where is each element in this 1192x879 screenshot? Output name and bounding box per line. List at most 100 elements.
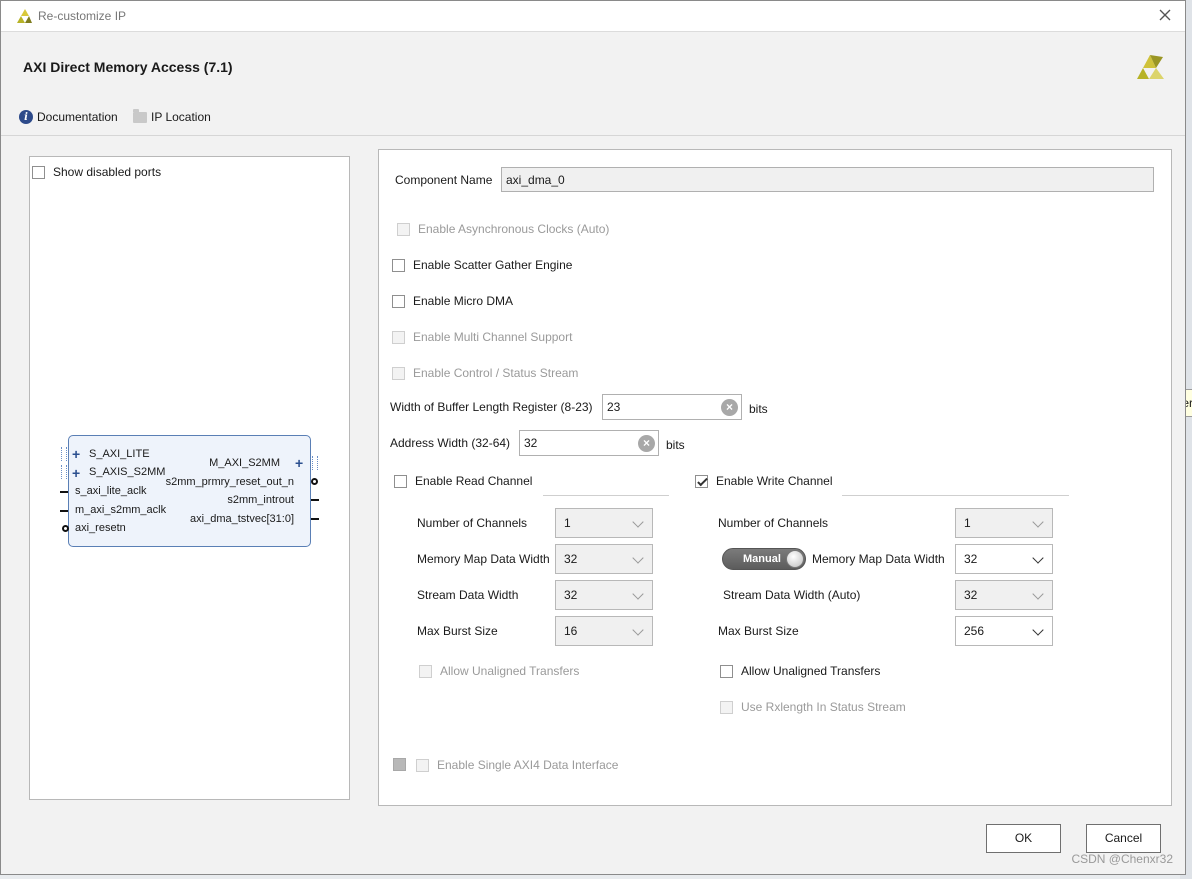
read-burst-label: Max Burst Size — [417, 624, 498, 638]
write-mm-width-select[interactable]: 32 — [955, 544, 1053, 574]
read-unaligned-checkbox[interactable]: Allow Unaligned Transfers — [419, 664, 579, 678]
read-burst-value: 16 — [564, 624, 578, 638]
close-icon[interactable] — [1155, 5, 1175, 25]
read-burst-select[interactable]: 16 — [555, 616, 653, 646]
clear-icon[interactable]: × — [638, 435, 655, 452]
port-pin-inverted — [311, 478, 318, 485]
read-mm-width-value: 32 — [564, 552, 578, 566]
write-mm-width-value: 32 — [964, 552, 978, 566]
group-separator — [842, 495, 1069, 496]
write-mm-width-label: Memory Map Data Width — [812, 552, 945, 566]
address-width-value: 32 — [524, 436, 538, 450]
expand-plus-icon[interactable]: + — [295, 456, 303, 470]
port-label: s2mm_prmry_reset_out_n — [165, 476, 294, 488]
manual-toggle-label: Manual — [743, 553, 781, 565]
ip-title: AXI Direct Memory Access (7.1) — [23, 59, 233, 75]
read-stream-width-value: 32 — [564, 588, 578, 602]
ok-button[interactable]: OK — [986, 824, 1061, 853]
bus-interface-dots — [312, 456, 318, 470]
toggle-knob — [786, 550, 804, 568]
single-axi4-indicator — [393, 758, 406, 771]
checkbox-box[interactable] — [394, 474, 407, 488]
buffer-length-value: 23 — [607, 400, 621, 414]
write-burst-value: 256 — [964, 624, 985, 638]
xilinx-logo-icon — [1137, 55, 1164, 79]
port-label: S_AXIS_S2MM — [89, 466, 166, 478]
write-unaligned-checkbox[interactable]: Allow Unaligned Transfers — [720, 664, 880, 678]
component-name-label: Component Name — [395, 173, 493, 187]
read-num-channels-select[interactable]: 1 — [555, 508, 653, 538]
group-separator — [543, 495, 669, 496]
checkbox-box[interactable] — [397, 222, 410, 236]
enable-write-channel-checkbox[interactable]: Enable Write Channel — [695, 474, 833, 488]
address-width-label: Address Width (32-64) — [390, 436, 511, 450]
enable-read-channel-label: Enable Read Channel — [415, 474, 533, 488]
read-stream-width-select[interactable]: 32 — [555, 580, 653, 610]
documentation-label: Documentation — [37, 110, 118, 124]
expand-plus-icon[interactable]: + — [72, 447, 80, 461]
show-disabled-ports-label: Show disabled ports — [53, 165, 162, 179]
component-name-input[interactable]: axi_dma_0 — [501, 167, 1154, 192]
checkbox-box[interactable] — [392, 366, 405, 380]
checkbox-box[interactable] — [720, 700, 733, 714]
port-label: axi_resetn — [75, 522, 126, 534]
cancel-button[interactable]: Cancel — [1086, 824, 1161, 853]
buffer-length-input[interactable]: 23 × — [602, 394, 742, 420]
checkbox-box[interactable] — [419, 664, 432, 678]
bus-interface-dots — [61, 447, 67, 461]
info-icon: i — [19, 110, 33, 124]
clear-icon[interactable]: × — [721, 399, 738, 416]
read-mm-width-select[interactable]: 32 — [555, 544, 653, 574]
checkbox-box[interactable] — [416, 758, 429, 772]
chevron-down-icon — [632, 516, 644, 528]
control-status-label: Enable Control / Status Stream — [413, 366, 579, 380]
port-label: M_AXI_S2MM — [209, 457, 280, 469]
write-num-channels-select[interactable]: 1 — [955, 508, 1053, 538]
write-stream-width-value: 32 — [964, 588, 978, 602]
multi-channel-checkbox[interactable]: Enable Multi Channel Support — [392, 330, 572, 344]
port-label: axi_dma_tstvec[31:0] — [190, 513, 294, 525]
show-disabled-ports-checkbox[interactable]: Show disabled ports — [32, 165, 161, 179]
control-status-checkbox[interactable]: Enable Control / Status Stream — [392, 366, 578, 380]
enable-write-channel-label: Enable Write Channel — [716, 474, 833, 488]
read-stream-width-label: Stream Data Width — [417, 588, 519, 602]
port-pin-inverted — [62, 525, 69, 532]
checkbox-box[interactable] — [392, 330, 405, 344]
dialog-header: AXI Direct Memory Access (7.1) i Documen… — [1, 33, 1185, 136]
port-pin — [311, 518, 319, 520]
documentation-link[interactable]: i Documentation — [19, 110, 118, 124]
write-stream-width-select[interactable]: 32 — [955, 580, 1053, 610]
expand-plus-icon[interactable]: + — [72, 466, 80, 480]
chevron-down-icon — [632, 552, 644, 564]
enable-read-channel-checkbox[interactable]: Enable Read Channel — [394, 474, 532, 488]
port-pin — [60, 491, 68, 493]
checkbox-box[interactable] — [695, 474, 708, 488]
ip-location-link[interactable]: IP Location — [133, 109, 211, 124]
window-title: Re-customize IP — [38, 9, 127, 23]
write-stream-width-label: Stream Data Width (Auto) — [723, 588, 861, 602]
write-burst-label: Max Burst Size — [718, 624, 799, 638]
write-num-channels-label: Number of Channels — [718, 516, 829, 530]
port-label: s2mm_introut — [227, 494, 294, 506]
watermark: CSDN @Chenxr32 — [1071, 852, 1173, 866]
checkbox-box[interactable] — [392, 294, 405, 308]
write-burst-select[interactable]: 256 — [955, 616, 1053, 646]
read-num-channels-label: Number of Channels — [417, 516, 528, 530]
scatter-gather-checkbox[interactable]: Enable Scatter Gather Engine — [392, 258, 572, 272]
checkbox-box[interactable] — [720, 664, 733, 678]
micro-dma-checkbox[interactable]: Enable Micro DMA — [392, 294, 513, 308]
address-width-input[interactable]: 32 × — [519, 430, 659, 456]
chevron-down-icon — [1032, 516, 1044, 528]
use-rxlength-checkbox[interactable]: Use Rxlength In Status Stream — [720, 700, 906, 714]
single-axi4-checkbox[interactable]: Enable Single AXI4 Data Interface — [416, 758, 618, 772]
vivado-logo-icon — [17, 9, 32, 23]
chevron-down-icon — [1032, 588, 1044, 600]
checkbox-box[interactable] — [392, 258, 405, 272]
buffer-length-label: Width of Buffer Length Register (8-23) — [390, 400, 593, 414]
ip-location-label: IP Location — [151, 110, 211, 124]
async-clocks-label: Enable Asynchronous Clocks (Auto) — [418, 222, 610, 236]
manual-toggle[interactable]: Manual — [722, 548, 806, 570]
async-clocks-checkbox[interactable]: Enable Asynchronous Clocks (Auto) — [397, 222, 609, 236]
checkbox-box[interactable] — [32, 165, 45, 179]
port-label: S_AXI_LITE — [89, 448, 150, 460]
